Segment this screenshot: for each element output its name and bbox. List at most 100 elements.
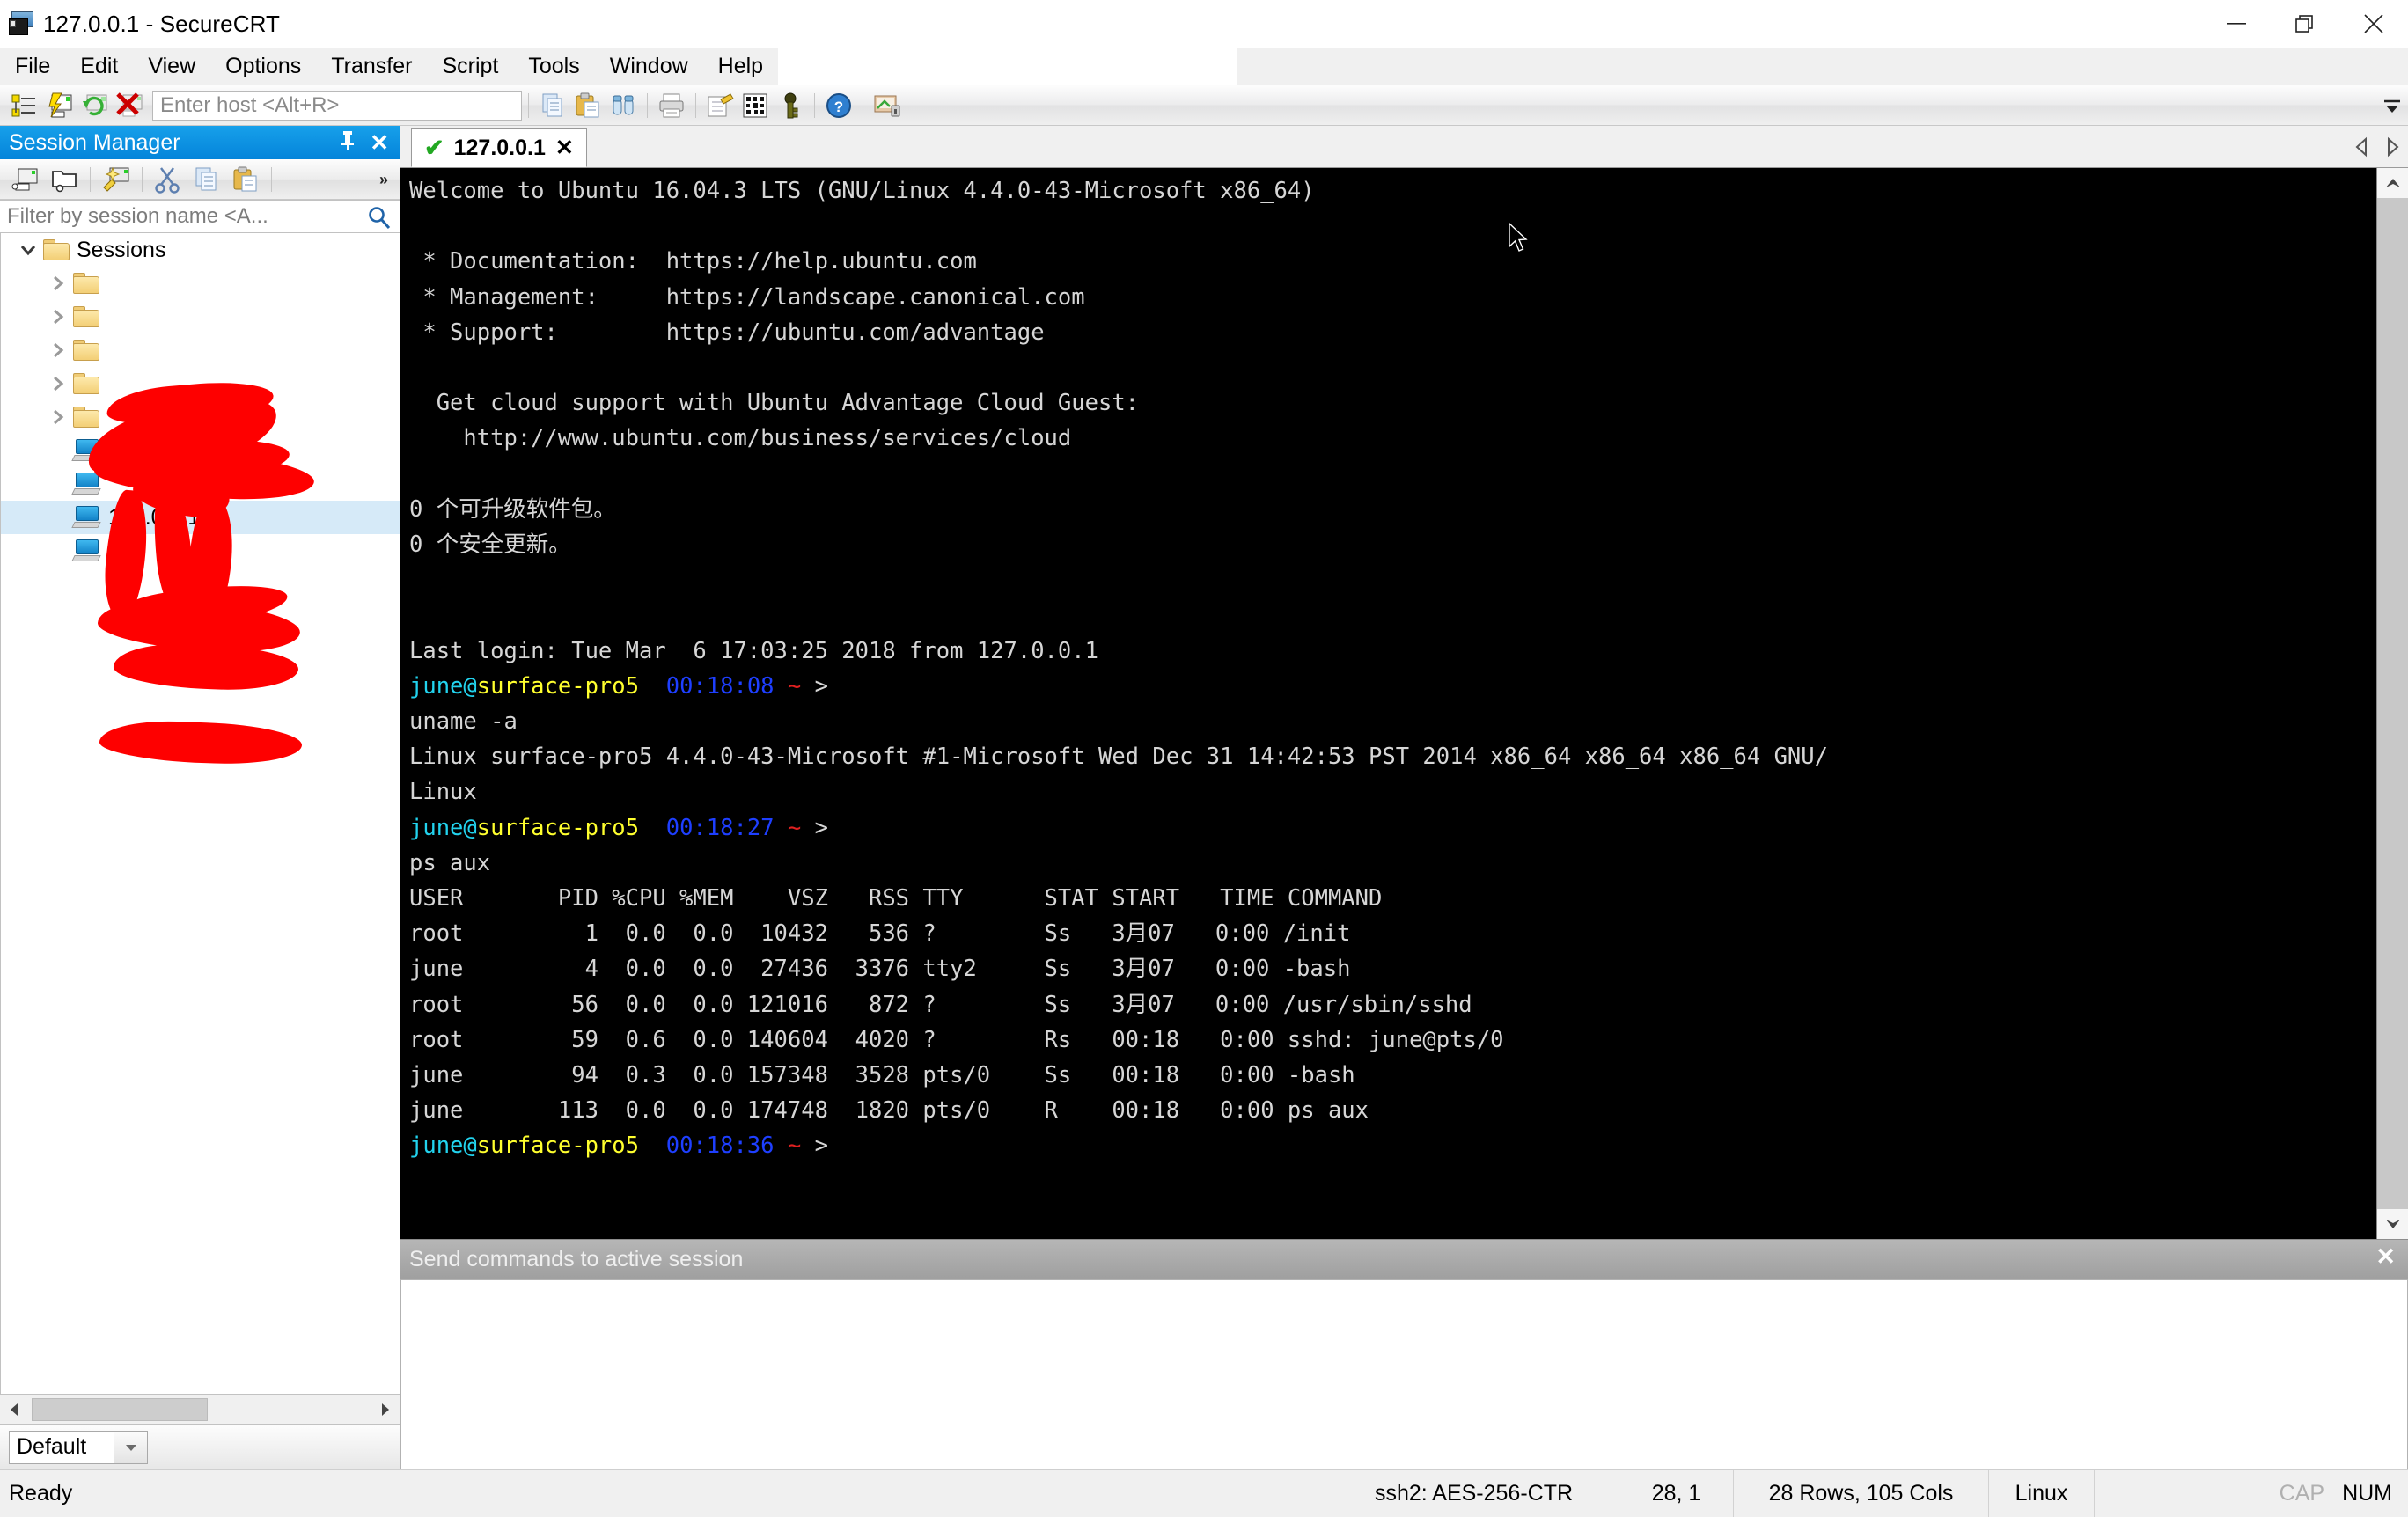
- pin-icon[interactable]: [338, 129, 357, 157]
- terminal-vscrollbar[interactable]: [2376, 168, 2408, 1239]
- paste-icon[interactable]: [573, 91, 603, 121]
- menu-view[interactable]: View: [133, 48, 210, 85]
- key-icon[interactable]: [775, 91, 805, 121]
- host-icon: [71, 539, 101, 563]
- new-session-icon[interactable]: [11, 165, 40, 194]
- terminal-screen[interactable]: Welcome to Ubuntu 16.04.3 LTS (GNU/Linux…: [400, 168, 2376, 1239]
- toolbar-separator-4: [814, 92, 815, 118]
- session-manager-close-icon[interactable]: ✕: [370, 129, 394, 157]
- minimize-button[interactable]: [2202, 0, 2271, 48]
- terminal-line: Linux surface-pro5 4.4.0-43-Microsoft #1…: [409, 739, 2376, 774]
- tree-node-folder-redacted-3[interactable]: [1, 333, 400, 367]
- print-icon[interactable]: [657, 91, 686, 121]
- terminal-text: june 113 0.0 0.0 174748 1820 pts/0 R 00:…: [409, 1097, 1369, 1125]
- firewall-footer: Default: [0, 1424, 400, 1469]
- folder-icon: [43, 239, 70, 260]
- scroll-up-button[interactable]: [2377, 168, 2408, 198]
- toolbar-separator-3: [695, 92, 696, 118]
- tree-node-folder-redacted-2[interactable]: [1, 300, 400, 333]
- session-filter-input[interactable]: Filter by session name <A...: [0, 200, 400, 233]
- host-input[interactable]: Enter host <Alt+R>: [152, 90, 522, 121]
- sm-overflow-button[interactable]: »: [371, 163, 396, 196]
- new-folder-icon[interactable]: [49, 165, 79, 194]
- send-commands-close-icon[interactable]: ✕: [2375, 1243, 2396, 1271]
- tab-bar: ✔ 127.0.0.1 ✕: [400, 126, 2408, 168]
- tree-node-host-redacted-3[interactable]: [1, 534, 400, 568]
- scroll-right-button[interactable]: [370, 1395, 400, 1424]
- tab-next-icon[interactable]: [2380, 135, 2404, 164]
- tab-127-0-0-1[interactable]: ✔ 127.0.0.1 ✕: [411, 128, 587, 167]
- chevron-right-icon[interactable]: [43, 407, 73, 427]
- tree-node-folder-redacted-1[interactable]: [1, 267, 400, 300]
- chevron-down-icon[interactable]: [114, 1431, 147, 1463]
- terminal-text: http://www.ubuntu.com/business/services/…: [409, 425, 1072, 452]
- tree-node-label: 127.0.0.1: [108, 504, 201, 530]
- tree-node-host-127-0-0-1[interactable]: 127.0.0.1: [1, 501, 400, 534]
- cut-icon[interactable]: [153, 165, 183, 194]
- securecrt-window: 127.0.0.1 - SecureCRT File Edit View Opt…: [0, 0, 2408, 1517]
- menu-edit[interactable]: Edit: [65, 48, 133, 85]
- session-tree[interactable]: Sessions 127.0.0.1: [0, 233, 400, 1394]
- tab-prev-icon[interactable]: [2350, 135, 2375, 164]
- sm-paste-icon[interactable]: [231, 165, 261, 194]
- session-tree-hscrollbar[interactable]: [0, 1394, 400, 1424]
- chevron-right-icon[interactable]: [43, 341, 73, 360]
- menu-help[interactable]: Help: [703, 48, 778, 85]
- tab-close-icon[interactable]: ✕: [555, 135, 574, 161]
- toolbar-overflow-button[interactable]: [2380, 89, 2404, 122]
- firewall-combobox[interactable]: Default: [9, 1430, 148, 1464]
- hscrollbar-thumb[interactable]: [32, 1397, 208, 1421]
- menu-bar: File Edit View Options Transfer Script T…: [0, 48, 2408, 85]
- log-session-icon[interactable]: [705, 91, 735, 121]
- tree-node-host-redacted-2[interactable]: [1, 467, 400, 501]
- help-icon[interactable]: ?: [824, 91, 854, 121]
- tree-node-folder-redacted-4[interactable]: [1, 367, 400, 400]
- maximize-restore-button[interactable]: [2271, 0, 2339, 48]
- window-controls: [2202, 0, 2408, 48]
- disconnect-icon[interactable]: [114, 91, 144, 121]
- menu-file[interactable]: File: [0, 48, 65, 85]
- tree-node-sessions-root[interactable]: Sessions: [1, 233, 400, 267]
- secure-shell-icon[interactable]: [872, 91, 902, 121]
- host-icon: [71, 505, 101, 530]
- terminal-line: root 1 0.0 0.0 10432 536 ? Ss 3月07 0:00 …: [409, 916, 2376, 951]
- menu-tools[interactable]: Tools: [513, 48, 594, 85]
- terminal-line: http://www.ubuntu.com/business/services/…: [409, 421, 2376, 456]
- session-manager-header: Session Manager ✕: [0, 126, 400, 159]
- scroll-left-button[interactable]: [0, 1395, 30, 1424]
- menu-script[interactable]: Script: [427, 48, 513, 85]
- close-button[interactable]: [2339, 0, 2408, 48]
- terminal-text: Get cloud support with Ubuntu Advantage …: [409, 390, 1140, 417]
- chevron-right-icon[interactable]: [43, 274, 73, 293]
- reconnect-icon[interactable]: [79, 91, 109, 121]
- svg-text:?: ?: [834, 99, 843, 115]
- find-icon[interactable]: [608, 91, 638, 121]
- copy-icon[interactable]: [538, 91, 568, 121]
- session-manager-icon[interactable]: [9, 91, 39, 121]
- chevron-right-icon[interactable]: [43, 307, 73, 326]
- quick-connect-icon[interactable]: [44, 91, 74, 121]
- terminal-line: june@surface-pro5 00:18:36 ~ >: [409, 1128, 2376, 1163]
- tree-node-host-redacted-1[interactable]: [1, 434, 400, 467]
- vscrollbar-track[interactable]: [2377, 198, 2408, 1209]
- tree-node-folder-redacted-5[interactable]: [1, 400, 400, 434]
- session-filter-placeholder: Filter by session name <A...: [7, 204, 268, 228]
- session-wizard-icon[interactable]: [101, 165, 131, 194]
- scroll-down-button[interactable]: [2377, 1209, 2408, 1239]
- menu-window[interactable]: Window: [595, 48, 703, 85]
- sm-copy-icon[interactable]: [192, 165, 222, 194]
- search-icon[interactable]: [366, 204, 393, 237]
- folder-icon: [73, 407, 99, 428]
- menu-transfer[interactable]: Transfer: [316, 48, 427, 85]
- protocol-settings-icon[interactable]: [740, 91, 770, 121]
- chevron-right-icon[interactable]: [43, 374, 73, 393]
- sm-separator-3: [271, 166, 272, 192]
- hscrollbar-track[interactable]: [209, 1395, 370, 1424]
- terminal-text: ~: [787, 672, 802, 700]
- send-commands-input[interactable]: [400, 1279, 2408, 1469]
- status-caps-lock: CAP: [2279, 1481, 2325, 1506]
- chevron-down-icon[interactable]: [13, 240, 43, 260]
- menu-options[interactable]: Options: [210, 48, 316, 85]
- terminal-line: june 113 0.0 0.0 174748 1820 pts/0 R 00:…: [409, 1093, 2376, 1128]
